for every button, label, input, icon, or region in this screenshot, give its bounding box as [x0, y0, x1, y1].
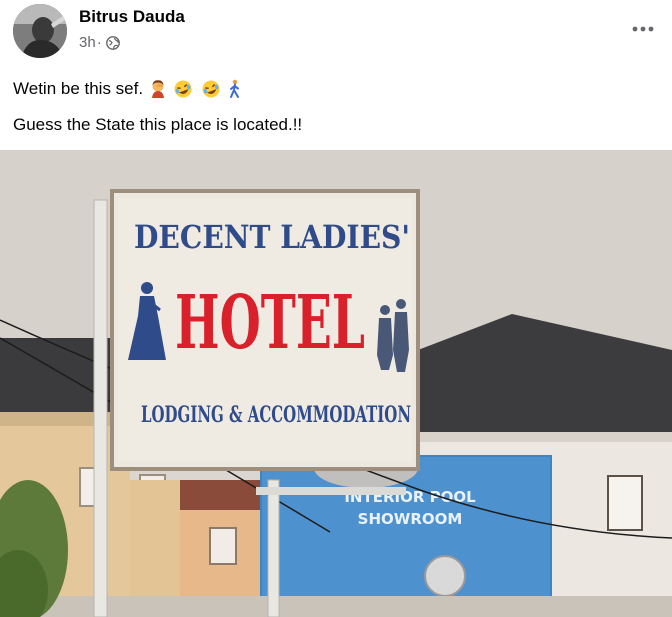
author-name[interactable]: Bitrus Dauda [79, 7, 185, 27]
more-options-button[interactable] [628, 14, 658, 44]
rolling-on-floor-laughing-emoji-2 [201, 79, 221, 99]
post-time[interactable]: 3h [79, 34, 96, 51]
post-text-line-2: Guess the State this place is located.!! [13, 107, 302, 143]
sign-line-3: LODGING & ACCOMMODATION [141, 402, 411, 428]
background-sign-line-2: SHOWROOM [358, 510, 463, 528]
sign-line-2: HOTEL [175, 280, 365, 366]
sign-line-1: DECENT LADIES' [134, 218, 410, 256]
meta-separator: · [96, 34, 102, 51]
more-horizontal-icon [632, 26, 654, 32]
post-text: Wetin be this sef. Guess the State this … [13, 71, 302, 143]
woman-facepalming-emoji [149, 79, 169, 99]
rolling-on-floor-laughing-emoji [173, 79, 193, 99]
post-header: Bitrus Dauda 3h · [0, 0, 672, 62]
post-meta: 3h · [79, 34, 120, 51]
sign-pole-left [93, 199, 108, 617]
hotel-sign-photo: INTERIOR POOL SHOWROOM DECENT LADIES' HO… [0, 150, 672, 617]
post-photo[interactable]: INTERIOR POOL SHOWROOM DECENT LADIES' HO… [0, 150, 672, 617]
author-avatar[interactable] [13, 4, 67, 58]
avatar-image [13, 4, 67, 58]
post-line-2: Guess the State this place is located.!! [13, 115, 303, 134]
post-line-1: Wetin be this sef. [13, 79, 144, 98]
post-text-line-1: Wetin be this sef. [13, 71, 302, 107]
globe-icon[interactable] [105, 35, 120, 50]
person-walking-emoji [227, 79, 247, 99]
